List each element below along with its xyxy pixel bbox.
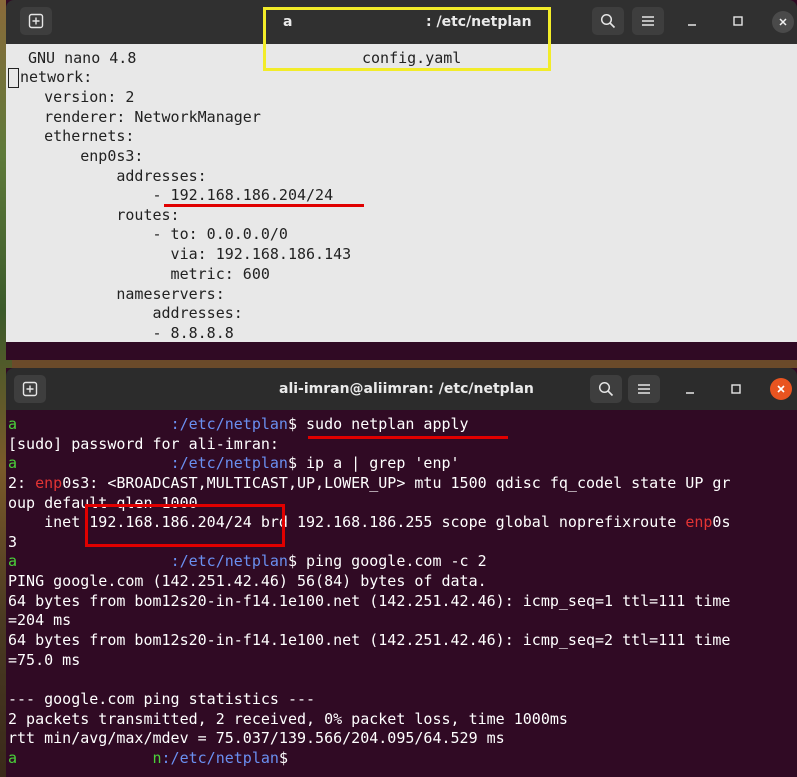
terminal-prompt-line: a n:/etc/netplan$ — [8, 749, 288, 767]
nano-line-10: via: 192.168.186.143 — [8, 245, 352, 263]
terminal-output-line: PING google.com (142.251.42.46) 56(84) b… — [8, 572, 487, 590]
maximize-icon[interactable] — [722, 7, 754, 35]
close-icon[interactable] — [770, 378, 792, 400]
nano-line-6: addresses: — [8, 167, 207, 185]
nano-line-7: - 192.168.186.204/24 — [8, 186, 334, 204]
terminal-window: ali-imran@aliimran: /etc/netplan a :/etc… — [6, 368, 797, 777]
nano-line-4: ethernets: — [8, 127, 135, 145]
terminal-output-line: rtt min/avg/max/mdev = 75.037/139.566/20… — [8, 729, 505, 747]
red-highlight-box-address — [85, 504, 285, 547]
search-icon[interactable] — [590, 375, 622, 403]
close-icon[interactable] — [772, 11, 794, 33]
nano-editor-area[interactable]: GNU nano 4.8 config.yaml network: versio… — [6, 44, 797, 342]
hamburger-menu-icon[interactable] — [632, 7, 664, 35]
nano-line-14: - 8.8.8.8 — [8, 324, 234, 342]
red-underline-command — [308, 436, 508, 439]
nano-line-11: metric: 600 — [8, 265, 270, 283]
terminal-output-line: 3 — [8, 533, 18, 551]
terminal-output-line: 2 packets transmitted, 2 received, 0% pa… — [8, 710, 568, 728]
terminal-output-line: [sudo] password for ali-imran: — [8, 435, 279, 453]
text-cursor — [8, 67, 19, 88]
minimize-icon[interactable] — [674, 375, 706, 403]
nano-line-5: enp0s3: — [8, 147, 144, 165]
terminal-output-line: --- google.com ping statistics --- — [8, 690, 316, 708]
nano-line-8: routes: — [8, 206, 180, 224]
terminal-window-titlebar: ali-imran@aliimran: /etc/netplan — [6, 368, 797, 410]
nano-line-9: - to: 0.0.0.0/0 — [8, 225, 288, 243]
yellow-highlight-box — [263, 7, 551, 71]
terminal-window-title: ali-imran@aliimran: /etc/netplan — [279, 381, 534, 397]
hamburger-menu-icon[interactable] — [628, 375, 660, 403]
terminal-prompt-line: a :/etc/netplan$ sudo netplan apply — [8, 415, 469, 433]
search-icon[interactable] — [592, 7, 624, 35]
terminal-output-line: 2: enp0s3: <BROADCAST,MULTICAST,UP,LOWER… — [8, 474, 731, 492]
nano-line-3: renderer: NetworkManager — [8, 108, 261, 126]
new-tab-icon[interactable] — [14, 375, 46, 403]
nano-line-13: addresses: — [8, 304, 243, 322]
nano-line-12: nameservers: — [8, 285, 225, 303]
nano-version-label: GNU nano 4.8 — [28, 49, 137, 67]
nano-line-2: version: 2 — [8, 88, 135, 106]
new-tab-icon[interactable] — [20, 7, 52, 35]
minimize-icon[interactable] — [676, 7, 708, 35]
terminal-output-line: =204 ms — [8, 611, 72, 629]
terminal-output-line: 64 bytes from bom12s20-in-f14.1e100.net … — [8, 631, 731, 649]
terminal-prompt-line: a :/etc/netplan$ ip a | grep 'enp' — [8, 454, 460, 472]
terminal-output-line: 64 bytes from bom12s20-in-f14.1e100.net … — [8, 592, 731, 610]
terminal-output-area[interactable]: a :/etc/netplan$ sudo netplan apply [sud… — [6, 410, 797, 777]
nano-line-1: network: — [8, 67, 92, 88]
red-underline-address — [164, 204, 364, 207]
terminal-output-line: =75.0 ms — [8, 651, 81, 669]
maximize-icon[interactable] — [720, 375, 752, 403]
terminal-prompt-line: a :/etc/netplan$ ping google.com -c 2 — [8, 552, 487, 570]
